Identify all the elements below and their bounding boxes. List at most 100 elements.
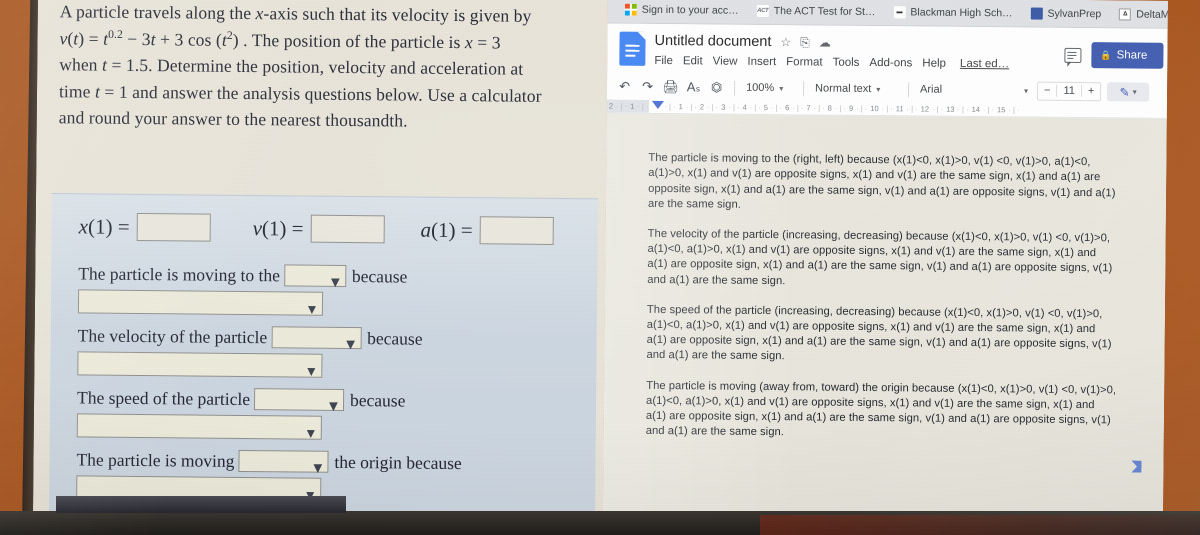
spellcheck-icon[interactable]: Aₛ bbox=[682, 79, 705, 95]
question-direction: The particle is moving to the ▾ because … bbox=[77, 262, 597, 318]
question-velocity-reason[interactable]: ▾ bbox=[77, 351, 323, 380]
taskbar-strip bbox=[56, 496, 346, 513]
ruler-label: 11 bbox=[895, 104, 904, 114]
docs-header: Untitled document ☆ ⎘ ☁ File Edit View I… bbox=[607, 23, 1168, 79]
pen-icon: ✎ bbox=[1119, 84, 1130, 99]
question-origin-prefix: The particle is moving bbox=[76, 448, 235, 471]
ruler-label: 4 bbox=[742, 102, 747, 112]
ruler-label: 6 bbox=[785, 103, 790, 113]
menu-view[interactable]: View bbox=[713, 55, 738, 67]
bookmark-item[interactable]: ACT The ACT Test for St… bbox=[748, 4, 885, 18]
ruler-label: 13 bbox=[946, 104, 955, 114]
print-icon[interactable]: 🖨 bbox=[659, 79, 682, 95]
question-direction-choice[interactable]: ▾ bbox=[283, 264, 347, 291]
ruler-label: 5 bbox=[763, 102, 769, 113]
menu-file[interactable]: File bbox=[654, 55, 673, 67]
menu-tools[interactable]: Tools bbox=[833, 57, 860, 69]
zoom-selector[interactable]: 100% ▾ bbox=[741, 78, 797, 98]
ruler-label: 1 bbox=[678, 102, 683, 112]
comment-history-icon[interactable] bbox=[1064, 47, 1082, 63]
menu-format[interactable]: Format bbox=[786, 56, 823, 68]
lock-icon: 🔒 bbox=[1100, 49, 1112, 60]
x-answer-input[interactable] bbox=[136, 212, 211, 242]
share-button[interactable]: 🔒 Share bbox=[1091, 42, 1164, 69]
problem-line-2: v bbox=[59, 27, 68, 48]
menu-insert[interactable]: Insert bbox=[747, 56, 776, 68]
ruler-label: 9 bbox=[848, 103, 854, 113]
font-selector[interactable]: Arial ▾ bbox=[915, 80, 1033, 100]
google-docs-pane: Sign in to your acc… ACT The ACT Test fo… bbox=[602, 0, 1168, 535]
redo-icon[interactable]: ↷ bbox=[636, 79, 659, 95]
question-origin-choice[interactable]: ▾ bbox=[238, 449, 329, 477]
question-velocity-suffix: because bbox=[367, 327, 423, 349]
question-velocity: The velocity of the particle ▾ because ▾ bbox=[77, 324, 596, 380]
indent-marker[interactable] bbox=[651, 100, 664, 110]
font-size-stepper[interactable]: − 11 + bbox=[1036, 81, 1102, 101]
doc-paragraph-origin: The particle is moving (away from, towar… bbox=[645, 379, 1117, 439]
ruler-label: 15 bbox=[997, 105, 1006, 115]
font-size-value[interactable]: 11 bbox=[1056, 84, 1082, 98]
microsoft-icon bbox=[624, 3, 637, 16]
ruler-label: 3 bbox=[721, 102, 726, 112]
act-icon: ACT bbox=[756, 4, 769, 17]
v-answer-input[interactable] bbox=[310, 214, 385, 244]
paint-format-icon[interactable]: ⏣ bbox=[705, 79, 728, 95]
bookmark-label: Blackman High Sch… bbox=[910, 5, 1013, 19]
chevron-down-icon: ▾ bbox=[779, 83, 784, 93]
menu-help[interactable]: Help bbox=[922, 57, 946, 69]
problem-line-4: time t = 1 and answer the analysis quest… bbox=[58, 80, 542, 106]
undo-icon[interactable]: ↶ bbox=[613, 79, 636, 95]
bookmark-label: SylvanPrep bbox=[1047, 7, 1102, 20]
question-direction-suffix: because bbox=[351, 265, 408, 287]
bookmark-item[interactable]: SylvanPrep bbox=[1022, 7, 1111, 20]
bookmark-item[interactable]: Sign in to your acc… bbox=[616, 3, 748, 16]
question-speed-reason[interactable]: ▾ bbox=[76, 413, 322, 442]
sylvan-icon bbox=[1030, 7, 1043, 20]
bookmark-label: Sign in to your acc… bbox=[641, 3, 739, 17]
bookmark-item[interactable]: Δ DeltaMath bbox=[1110, 7, 1168, 21]
zoom-value: 100% bbox=[746, 81, 775, 95]
problem-line-3: when t = 1.5. Determine the position, ve… bbox=[59, 54, 524, 79]
cloud-saved-icon[interactable]: ☁ bbox=[819, 35, 831, 49]
question-speed-choice[interactable]: ▾ bbox=[253, 388, 345, 415]
ruler-label: 7 bbox=[806, 103, 811, 113]
photo-of-screen: A particle travels along the x-axis such… bbox=[0, 0, 1200, 535]
document-title[interactable]: Untitled document bbox=[654, 33, 771, 50]
monitor-bezel-bottom bbox=[0, 511, 1200, 535]
v-answer-label: v(1) = bbox=[252, 215, 304, 241]
document-page[interactable]: The particle is moving to the (right, le… bbox=[602, 113, 1167, 535]
question-speed: The speed of the particle ▾ because ▾ bbox=[76, 386, 596, 442]
problem-line-1: A particle travels along the x-axis such… bbox=[59, 1, 532, 26]
bookmark-label: DeltaMath bbox=[1136, 8, 1168, 21]
doc-paragraph-direction: The particle is moving to the (right, le… bbox=[647, 152, 1116, 211]
chevron-down-icon: ▾ bbox=[1024, 85, 1029, 96]
last-edit-link[interactable]: Last ed… bbox=[960, 58, 1009, 70]
bookmark-item[interactable]: ▬ Blackman High Sch… bbox=[884, 5, 1021, 19]
question-speed-suffix: because bbox=[349, 389, 406, 411]
font-size-increase[interactable]: + bbox=[1082, 85, 1101, 97]
ruler-label: 2 bbox=[608, 101, 614, 111]
scalar-answers-row: x(1) = v(1) = a(1) = bbox=[79, 212, 598, 245]
text-style-selector[interactable]: Normal text ▾ bbox=[810, 79, 902, 99]
menu-edit[interactable]: Edit bbox=[683, 55, 703, 67]
ruler-label: 1 bbox=[630, 101, 635, 111]
move-to-folder-icon[interactable]: ⎘ bbox=[800, 35, 810, 49]
question-speed-prefix: The speed of the particle bbox=[76, 386, 251, 409]
screen-content: A particle travels along the x-axis such… bbox=[32, 0, 1168, 535]
question-origin-suffix: the origin because bbox=[334, 451, 462, 473]
google-docs-logo-icon bbox=[619, 31, 646, 66]
x-answer-label: x(1) = bbox=[78, 213, 130, 239]
font-size-decrease[interactable]: − bbox=[1038, 85, 1057, 97]
star-icon[interactable]: ☆ bbox=[780, 35, 791, 49]
question-direction-reason[interactable]: ▾ bbox=[77, 289, 324, 318]
question-velocity-choice[interactable]: ▾ bbox=[271, 326, 362, 354]
ruler-label: 2 bbox=[699, 102, 705, 112]
page-corner-marker bbox=[1131, 461, 1141, 473]
ruler-label: 12 bbox=[920, 104, 930, 114]
editing-mode-selector[interactable]: ✎ ▾ bbox=[1106, 82, 1150, 102]
a-answer-input[interactable] bbox=[479, 216, 554, 245]
deltamath-icon: Δ bbox=[1119, 7, 1132, 20]
problem-statement: A particle travels along the x-axis such… bbox=[58, 1, 542, 131]
menu-addons[interactable]: Add-ons bbox=[869, 57, 912, 69]
share-button-label: Share bbox=[1116, 49, 1148, 62]
